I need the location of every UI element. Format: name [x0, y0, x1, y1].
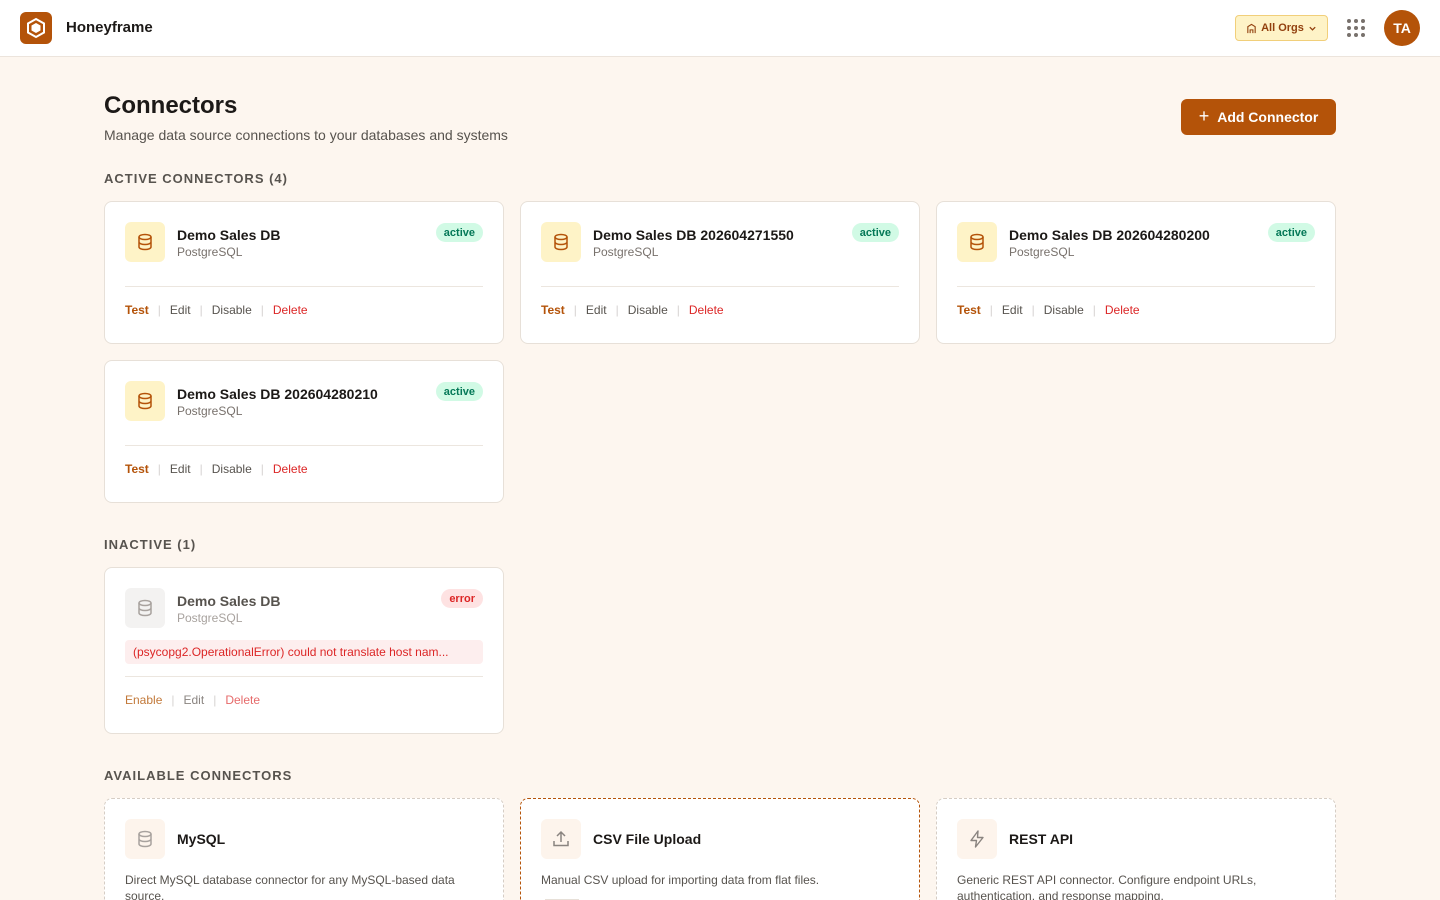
connector-type: PostgreSQL — [177, 404, 243, 418]
connector-card: Demo Sales DB PostgreSQL active Test | Ed… — [104, 201, 504, 344]
available-connector-name: CSV File Upload — [593, 831, 702, 847]
available-connector-name: MySQL — [177, 831, 226, 847]
connector-actions: Test | Edit | Disable | Delete — [125, 303, 308, 317]
delete-button[interactable]: Delete — [1105, 303, 1140, 317]
available-connector-description: Direct MySQL database connector for any … — [125, 873, 455, 900]
database-icon — [125, 222, 165, 262]
connector-name: Demo Sales DB — [177, 227, 281, 243]
available-connector-description: Manual CSV upload for importing data fro… — [541, 873, 820, 887]
available-connector-name: REST API — [1009, 831, 1074, 847]
add-connector-label: Add Connector — [1217, 109, 1319, 125]
delete-button[interactable]: Delete — [689, 303, 724, 317]
connector-type: PostgreSQL — [1009, 245, 1075, 259]
edit-button[interactable]: Edit — [1002, 303, 1023, 317]
add-connector-button[interactable]: + Add Connector — [1181, 99, 1336, 135]
status-badge: active — [435, 382, 483, 401]
database-icon — [957, 222, 997, 262]
delete-button[interactable]: Delete — [273, 462, 308, 476]
connector-name: Demo Sales DB — [177, 593, 281, 609]
lightning-icon — [957, 819, 997, 859]
app-name: Honeyframe — [66, 19, 153, 36]
database-icon — [125, 588, 165, 628]
connector-name: Demo Sales DB 202604280210 — [177, 386, 378, 402]
available-connector-description: Generic REST API connector. Configure en… — [957, 873, 1257, 900]
test-button[interactable]: Test — [125, 303, 149, 317]
org-switcher-label: All Orgs — [1261, 22, 1304, 34]
test-button[interactable]: Test — [957, 303, 981, 317]
connector-actions: Test | Edit | Disable | Delete — [957, 303, 1140, 317]
database-icon — [125, 819, 165, 859]
upload-icon — [541, 819, 581, 859]
avatar[interactable]: TA — [1384, 10, 1420, 46]
connector-card-inactive: Demo Sales DB PostgreSQL error (psycopg2… — [104, 567, 504, 734]
disable-button[interactable]: Disable — [1044, 303, 1084, 317]
status-badge: active — [851, 223, 899, 242]
edit-button[interactable]: Edit — [170, 303, 191, 317]
divider — [541, 286, 899, 287]
status-badge: active — [1267, 223, 1315, 242]
connector-card: Demo Sales DB 202604280210 PostgreSQL ac… — [104, 360, 504, 503]
delete-button[interactable]: Delete — [273, 303, 308, 317]
divider — [125, 286, 483, 287]
database-icon — [541, 222, 581, 262]
available-connector-rest-api[interactable]: REST API Generic REST API connector. Con… — [936, 798, 1336, 900]
apps-grid-icon[interactable] — [1346, 18, 1366, 38]
disable-button[interactable]: Disable — [212, 462, 252, 476]
test-button[interactable]: Test — [541, 303, 565, 317]
available-connector-mysql[interactable]: MySQL Direct MySQL database connector fo… — [104, 798, 504, 900]
test-button[interactable]: Test — [125, 462, 149, 476]
connector-actions: Enable | Edit | Delete — [125, 693, 260, 707]
available-connector-csv[interactable]: CSV File Upload Manual CSV upload for im… — [520, 798, 920, 900]
connector-name: Demo Sales DB 202604280200 — [1009, 227, 1210, 243]
disable-button[interactable]: Disable — [628, 303, 668, 317]
page-title: Connectors — [104, 92, 238, 119]
active-section-label: ACTIVE CONNECTORS (4) — [104, 171, 288, 186]
connector-type: PostgreSQL — [593, 245, 659, 259]
org-switcher-button[interactable]: All Orgs — [1235, 15, 1328, 41]
building-icon — [1247, 23, 1256, 33]
edit-button[interactable]: Edit — [170, 462, 191, 476]
connector-type: PostgreSQL — [177, 245, 243, 259]
connector-actions: Test | Edit | Disable | Delete — [541, 303, 724, 317]
database-icon — [125, 381, 165, 421]
honeyframe-logo-icon[interactable] — [20, 12, 52, 44]
connector-actions: Test | Edit | Disable | Delete — [125, 462, 308, 476]
connector-type: PostgreSQL — [177, 611, 243, 625]
status-badge: active — [435, 223, 483, 242]
available-section-label: AVAILABLE CONNECTORS — [104, 768, 293, 783]
disable-button[interactable]: Disable — [212, 303, 252, 317]
edit-button[interactable]: Edit — [184, 693, 205, 707]
top-bar: Honeyframe All Orgs TA — [0, 0, 1440, 57]
connector-card: Demo Sales DB 202604280200 PostgreSQL ac… — [936, 201, 1336, 344]
enable-button[interactable]: Enable — [125, 693, 162, 707]
page-subtitle: Manage data source connections to your d… — [104, 127, 508, 143]
status-badge: error — [441, 589, 483, 608]
chevron-down-icon — [1309, 26, 1316, 31]
divider — [125, 445, 483, 446]
error-message: (psycopg2.OperationalError) could not tr… — [125, 640, 483, 664]
edit-button[interactable]: Edit — [586, 303, 607, 317]
delete-button[interactable]: Delete — [225, 693, 260, 707]
divider — [957, 286, 1315, 287]
inactive-section-label: INACTIVE (1) — [104, 537, 197, 552]
connector-name: Demo Sales DB 202604271550 — [593, 227, 794, 243]
plus-icon: + — [1198, 106, 1210, 126]
connector-card: Demo Sales DB 202604271550 PostgreSQL ac… — [520, 201, 920, 344]
divider — [125, 676, 483, 677]
